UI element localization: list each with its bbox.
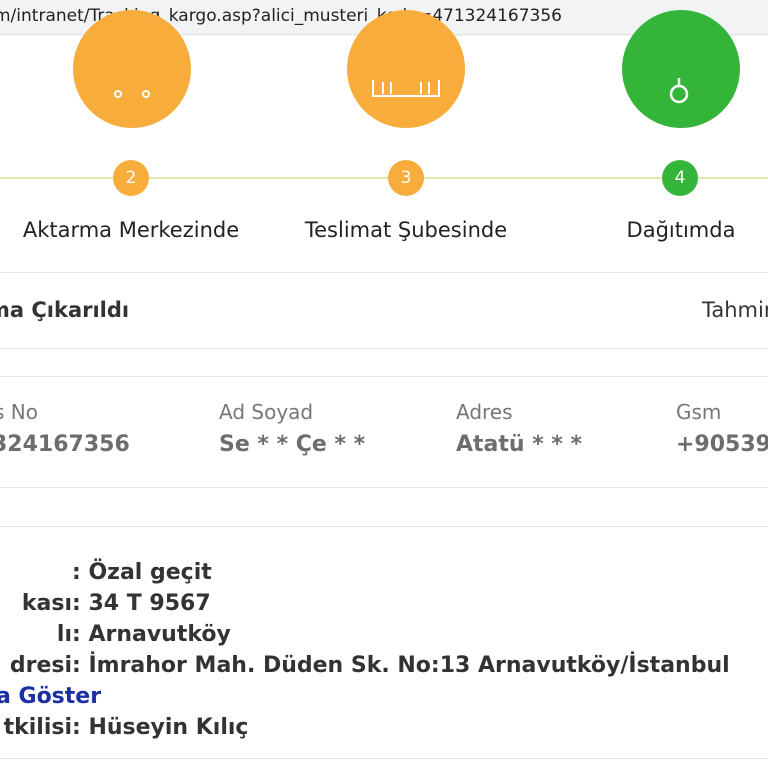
detail-label: dresi [9,653,72,678]
divider [0,758,768,759]
branch-building-icon [347,10,465,128]
recipient-address-label: Adres [456,400,513,424]
step-label-delivery: Dağıtımda [626,218,736,242]
step-label-transfer: Aktarma Merkezinde [22,218,240,242]
recipient-gsm-value: +90539 [676,432,768,457]
recipient-address-value: Atatü * * * [456,432,583,457]
detail-label: tkilisi [3,715,72,740]
step-number-3: 3 [388,160,424,196]
divider [0,376,768,377]
detail-value: : Arnavutköy [72,622,231,647]
recipient-name-label: Ad Soyad [219,400,314,424]
divider [0,487,768,488]
recipient-no-label: s No [0,400,38,424]
detail-label: lı [56,622,72,647]
recipient-name-value: Se * * Çe * * [219,432,366,457]
courier-person-icon [622,10,740,128]
step-label-branch: Teslimat Şubesinde [304,218,508,242]
recipient-no-value: 324167356 [0,432,130,457]
show-map-link[interactable]: a Göster [0,684,101,709]
step-number-2: 2 [113,160,149,196]
detail-value: : 34 T 9567 [72,591,211,616]
detail-value: : İmrahor Mah. Düden Sk. No:13 Arnavutkö… [72,653,730,678]
divider [0,526,768,527]
transfer-truck-icon [73,10,191,128]
detail-value: : Hüseyin Kılıç [72,715,249,740]
detail-value: : Özal geçit [72,560,212,585]
tracking-page: 2 3 4 Aktarma Merkezinde Teslimat Şubesi… [0,10,768,768]
step-number-4: 4 [662,160,698,196]
detail-label: kası [21,591,72,616]
divider [0,348,768,349]
estimated-delivery-label: Tahmin [702,298,768,322]
divider [0,272,768,273]
recipient-gsm-label: Gsm [676,400,722,424]
shipment-status: ma Çıkarıldı [0,298,130,322]
